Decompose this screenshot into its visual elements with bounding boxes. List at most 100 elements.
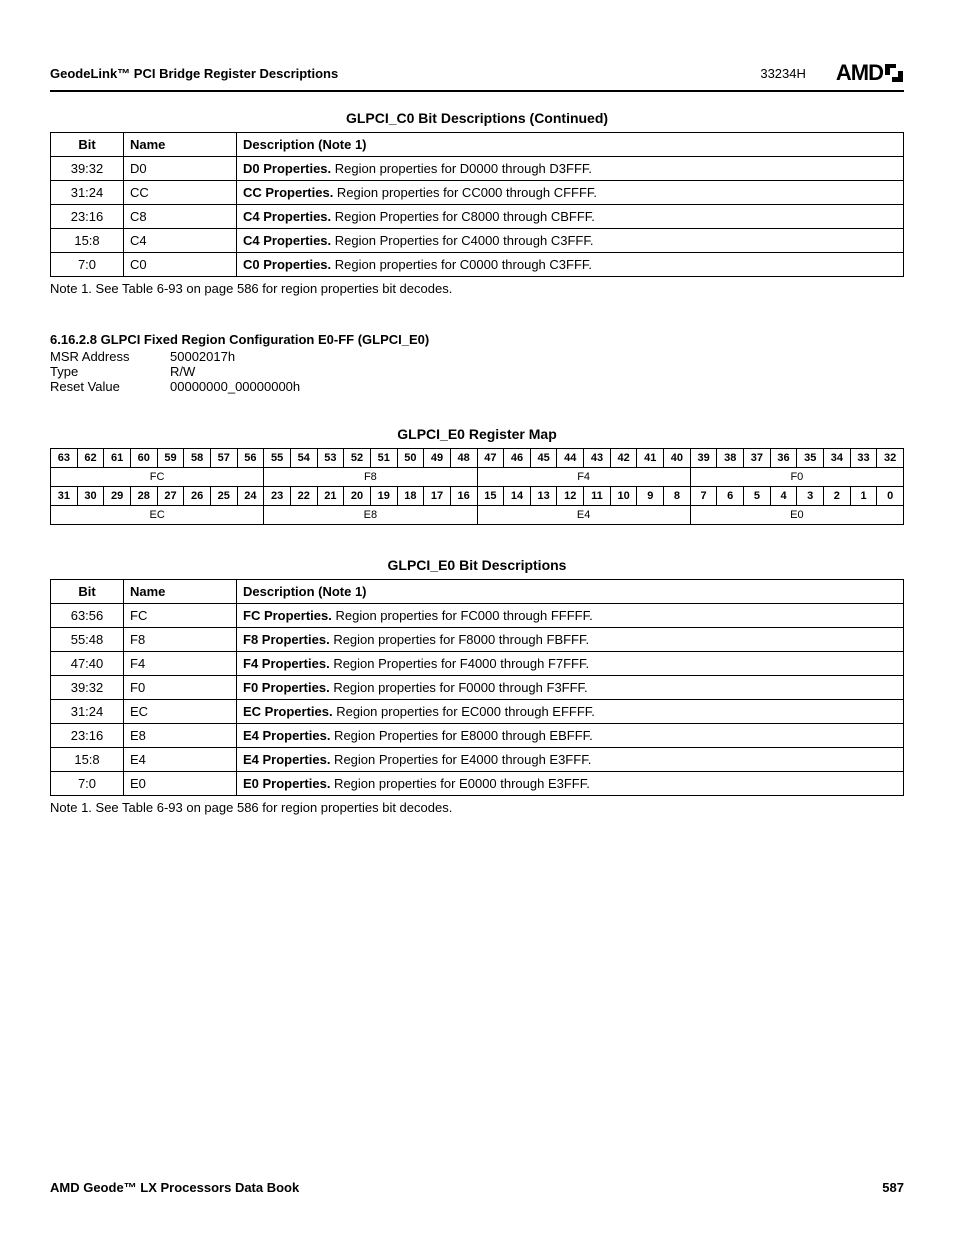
bit-number-cell: 8 bbox=[664, 487, 691, 506]
bit-number-cell: 40 bbox=[664, 449, 691, 468]
table-row: 31:24ECEC Properties. Region properties … bbox=[51, 700, 904, 724]
name-cell: E8 bbox=[124, 724, 237, 748]
table2-header-bit: Bit bbox=[51, 580, 124, 604]
bit-number-cell: 37 bbox=[744, 449, 771, 468]
bit-number-cell: 16 bbox=[450, 487, 477, 506]
name-cell: C0 bbox=[124, 253, 237, 277]
table1-note: Note 1. See Table 6-93 on page 586 for r… bbox=[50, 281, 904, 296]
amd-logo: AMD bbox=[836, 60, 904, 86]
table-row: 39:32F0F0 Properties. Region properties … bbox=[51, 676, 904, 700]
table2-note: Note 1. See Table 6-93 on page 586 for r… bbox=[50, 800, 904, 815]
bit-number-cell: 15 bbox=[477, 487, 504, 506]
bit-number-cell: 1 bbox=[850, 487, 877, 506]
bit-number-cell: 31 bbox=[51, 487, 78, 506]
meta-row: TypeR/W bbox=[50, 364, 904, 379]
bit-number-cell: 2 bbox=[824, 487, 851, 506]
footer-left: AMD Geode™ LX Processors Data Book bbox=[50, 1180, 299, 1195]
bit-cell: 47:40 bbox=[51, 652, 124, 676]
desc-cell: F0 Properties. Region properties for F00… bbox=[237, 676, 904, 700]
bit-number-cell: 12 bbox=[557, 487, 584, 506]
table-row: 23:16E8E4 Properties. Region Properties … bbox=[51, 724, 904, 748]
bit-field-cell: E4 bbox=[477, 506, 690, 525]
bit-field-cell: E8 bbox=[264, 506, 477, 525]
bit-number-cell: 27 bbox=[157, 487, 184, 506]
table1-header-bit: Bit bbox=[51, 133, 124, 157]
table2-header-name: Name bbox=[124, 580, 237, 604]
name-cell: C8 bbox=[124, 205, 237, 229]
bit-number-cell: 39 bbox=[690, 449, 717, 468]
bit-number-cell: 24 bbox=[237, 487, 264, 506]
bit-number-cell: 9 bbox=[637, 487, 664, 506]
table-row: 39:32D0D0 Properties. Region properties … bbox=[51, 157, 904, 181]
bit-field-cell: F8 bbox=[264, 468, 477, 487]
desc-cell: E4 Properties. Region Properties for E40… bbox=[237, 748, 904, 772]
table2-title: GLPCI_E0 Bit Descriptions bbox=[50, 557, 904, 573]
bit-number-cell: 28 bbox=[130, 487, 157, 506]
table1-header-name: Name bbox=[124, 133, 237, 157]
bit-number-cell: 38 bbox=[717, 449, 744, 468]
meta-row: Reset Value00000000_00000000h bbox=[50, 379, 904, 394]
bit-cell: 31:24 bbox=[51, 181, 124, 205]
bit-number-cell: 51 bbox=[370, 449, 397, 468]
desc-cell: F4 Properties. Region Properties for F40… bbox=[237, 652, 904, 676]
name-cell: E0 bbox=[124, 772, 237, 796]
bit-number-cell: 30 bbox=[77, 487, 104, 506]
bit-number-cell: 63 bbox=[51, 449, 78, 468]
page-footer: AMD Geode™ LX Processors Data Book 587 bbox=[50, 1179, 904, 1195]
bit-number-cell: 42 bbox=[610, 449, 637, 468]
bit-field-cell: E0 bbox=[690, 506, 903, 525]
bit-number-cell: 13 bbox=[530, 487, 557, 506]
bit-number-cell: 21 bbox=[317, 487, 344, 506]
desc-cell: F8 Properties. Region properties for F80… bbox=[237, 628, 904, 652]
bit-cell: 7:0 bbox=[51, 253, 124, 277]
bit-number-cell: 44 bbox=[557, 449, 584, 468]
section-heading: 6.16.2.8 GLPCI Fixed Region Configuratio… bbox=[50, 332, 904, 347]
bit-number-cell: 29 bbox=[104, 487, 131, 506]
bit-cell: 55:48 bbox=[51, 628, 124, 652]
bit-field-cell: EC bbox=[51, 506, 264, 525]
name-cell: F0 bbox=[124, 676, 237, 700]
name-cell: F8 bbox=[124, 628, 237, 652]
doc-number: 33234H bbox=[760, 66, 806, 81]
bit-number-cell: 26 bbox=[184, 487, 211, 506]
bit-number-cell: 7 bbox=[690, 487, 717, 506]
table-row: 7:0C0C0 Properties. Region properties fo… bbox=[51, 253, 904, 277]
table-row: 7:0E0E0 Properties. Region properties fo… bbox=[51, 772, 904, 796]
meta-label: Reset Value bbox=[50, 379, 170, 394]
name-cell: E4 bbox=[124, 748, 237, 772]
bit-number-cell: 17 bbox=[424, 487, 451, 506]
meta-row: MSR Address50002017h bbox=[50, 349, 904, 364]
bit-number-cell: 33 bbox=[850, 449, 877, 468]
bit-number-cell: 57 bbox=[210, 449, 237, 468]
bit-number-cell: 54 bbox=[290, 449, 317, 468]
bit-cell: 39:32 bbox=[51, 676, 124, 700]
bit-number-cell: 20 bbox=[344, 487, 371, 506]
name-cell: CC bbox=[124, 181, 237, 205]
meta-value: 00000000_00000000h bbox=[170, 379, 300, 394]
amd-arrow-icon bbox=[884, 63, 904, 83]
bit-number-cell: 49 bbox=[424, 449, 451, 468]
bit-number-cell: 5 bbox=[744, 487, 771, 506]
name-cell: FC bbox=[124, 604, 237, 628]
bit-cell: 15:8 bbox=[51, 748, 124, 772]
page-header: GeodeLink™ PCI Bridge Register Descripti… bbox=[50, 60, 904, 92]
bit-number-cell: 53 bbox=[317, 449, 344, 468]
table-row: 23:16C8C4 Properties. Region Properties … bbox=[51, 205, 904, 229]
bit-number-cell: 50 bbox=[397, 449, 424, 468]
name-cell: EC bbox=[124, 700, 237, 724]
desc-cell: CC Properties. Region properties for CC0… bbox=[237, 181, 904, 205]
bit-number-cell: 25 bbox=[210, 487, 237, 506]
register-map: 6362616059585756555453525150494847464544… bbox=[50, 448, 904, 525]
bit-cell: 39:32 bbox=[51, 157, 124, 181]
bit-number-cell: 11 bbox=[584, 487, 611, 506]
bit-number-cell: 10 bbox=[610, 487, 637, 506]
bit-number-cell: 3 bbox=[797, 487, 824, 506]
bit-number-cell: 43 bbox=[584, 449, 611, 468]
bit-number-cell: 18 bbox=[397, 487, 424, 506]
bit-number-cell: 0 bbox=[877, 487, 904, 506]
table-row: 31:24CCCC Properties. Region properties … bbox=[51, 181, 904, 205]
meta-value: R/W bbox=[170, 364, 195, 379]
bit-field-cell: F0 bbox=[690, 468, 903, 487]
desc-cell: C0 Properties. Region properties for C00… bbox=[237, 253, 904, 277]
desc-cell: EC Properties. Region properties for EC0… bbox=[237, 700, 904, 724]
